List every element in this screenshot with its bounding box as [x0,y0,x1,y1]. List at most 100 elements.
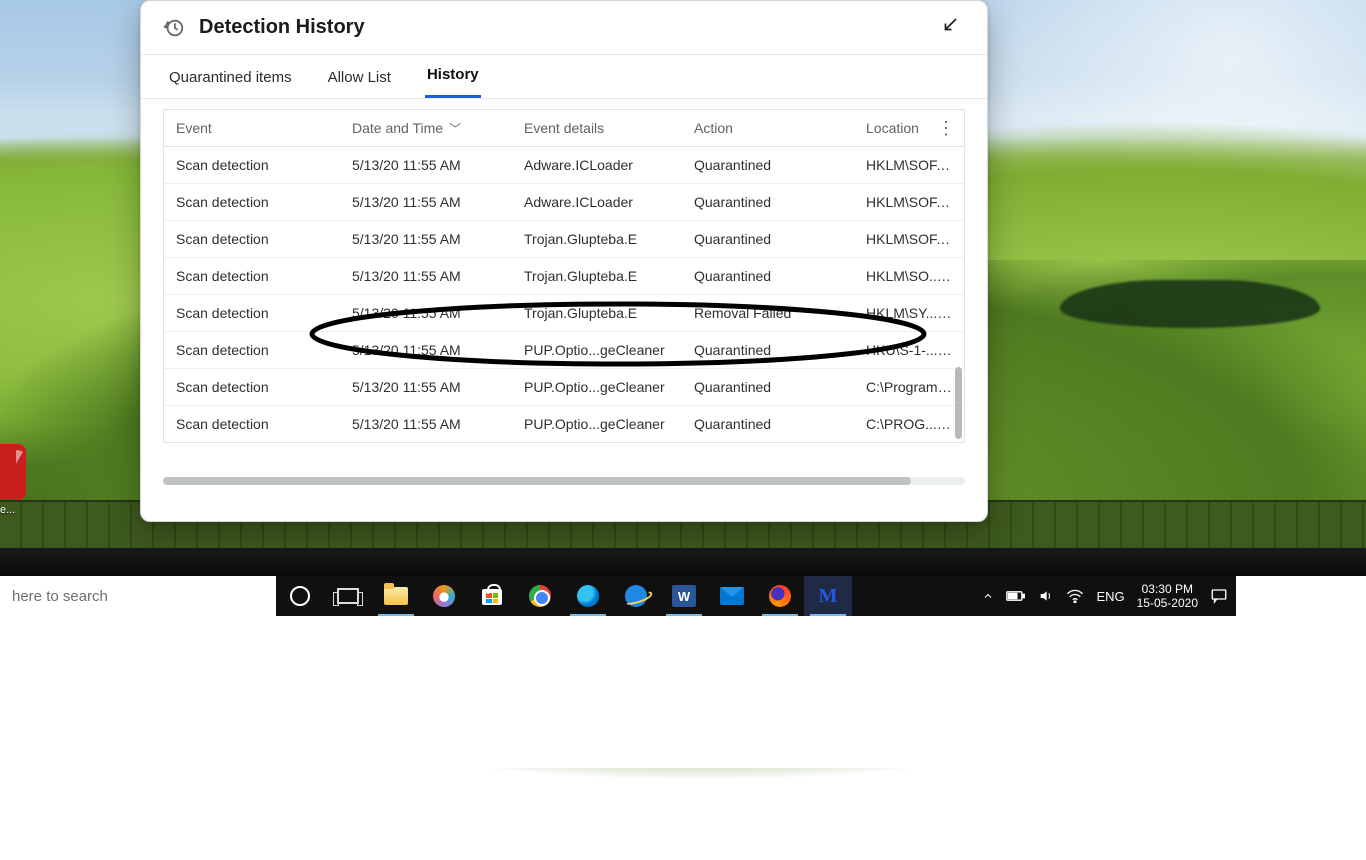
desktop-shortcut-truncated[interactable] [0,444,26,500]
table-row[interactable]: Scan detection 5/13/20 11:55 AM Trojan.G… [164,257,964,294]
table-body[interactable]: Scan detection 5/13/20 11:55 AM Adware.I… [163,147,965,443]
col-location[interactable]: Location [866,120,934,136]
wifi-icon[interactable] [1066,589,1084,603]
tabs-bar: Quarantined items Allow List History [141,55,987,99]
cell-location: HKLM\SOF...peedyca [866,157,952,173]
paint-icon [433,585,455,607]
cell-event: Scan detection [176,231,352,247]
cell-action: Quarantined [694,157,866,173]
cell-action: Quarantined [694,416,866,432]
horizontal-scrollbar-thumb[interactable] [163,477,911,485]
col-action[interactable]: Action [694,120,866,136]
cell-datetime: 5/13/20 11:55 AM [352,342,524,358]
malwarebytes-button[interactable]: M [804,576,852,616]
cell-details: PUP.Optio...geCleaner [524,416,694,432]
firefox-icon [769,585,791,607]
cell-event: Scan detection [176,305,352,321]
cell-event: Scan detection [176,379,352,395]
chrome-icon [529,585,551,607]
col-event[interactable]: Event [176,120,352,136]
system-tray: ENG 03:30 PM 15-05-2020 [974,582,1236,611]
cell-action: Quarantined [694,194,866,210]
cortana-button[interactable] [276,576,324,616]
cell-datetime: 5/13/20 11:55 AM [352,305,524,321]
volume-icon[interactable] [1038,588,1054,604]
table-row[interactable]: Scan detection 5/13/20 11:55 AM PUP.Opti… [164,331,964,368]
taskbar-clock[interactable]: 03:30 PM 15-05-2020 [1137,582,1198,611]
edge-button[interactable] [564,576,612,616]
table-row[interactable]: Scan detection 5/13/20 11:55 AM Trojan.G… [164,294,964,331]
blank-area [1236,576,1366,616]
cell-datetime: 5/13/20 11:55 AM [352,157,524,173]
cell-details: PUP.Optio...geCleaner [524,342,694,358]
vertical-scrollbar-thumb[interactable] [955,367,962,439]
taskbar: here to search W M ENG 03:30 PM 15-05-20… [0,576,1236,616]
cell-datetime: 5/13/20 11:55 AM [352,194,524,210]
column-options-icon[interactable]: ⋮ [934,118,958,139]
cell-event: Scan detection [176,268,352,284]
collapse-icon[interactable] [935,10,965,46]
cell-datetime: 5/13/20 11:55 AM [352,231,524,247]
cortana-icon [290,586,310,606]
tab-quarantined-items[interactable]: Quarantined items [167,59,294,98]
cell-action: Removal Failed [694,305,866,321]
store-icon [479,583,505,609]
cell-datetime: 5/13/20 11:55 AM [352,268,524,284]
cell-location: C:\Program...v1.5.3.d [866,379,952,395]
word-button[interactable]: W [660,576,708,616]
history-clock-icon [163,17,185,39]
cell-details: Trojan.Glupteba.E [524,305,694,321]
table-row[interactable]: Scan detection 5/13/20 11:55 AM Adware.I… [164,183,964,220]
col-action-label: Action [694,120,733,136]
table-header-row: Event Date and Time﹀ Event details Actio… [163,109,965,147]
cell-location: HKLM\SY...C18592} [866,305,952,321]
clock-time: 03:30 PM [1137,582,1198,596]
ms-store-button[interactable] [468,576,516,616]
cell-location: C:\PROG...CLEANER [866,416,952,432]
taskbar-search[interactable]: here to search [0,576,276,616]
table-row[interactable]: Scan detection 5/13/20 11:55 AM PUP.Opti… [164,368,964,405]
task-view-button[interactable] [324,576,372,616]
language-indicator[interactable]: ENG [1096,589,1124,604]
cell-event: Scan detection [176,194,352,210]
cell-details: Adware.ICLoader [524,157,694,173]
task-view-icon [337,588,359,604]
tab-history[interactable]: History [425,56,481,98]
clock-date: 15-05-2020 [1137,596,1198,610]
battery-icon[interactable] [1006,589,1026,603]
cell-event: Scan detection [176,342,352,358]
folder-icon [384,587,408,605]
col-event-details[interactable]: Event details [524,120,694,136]
table-row[interactable]: Scan detection 5/13/20 11:55 AM Trojan.G… [164,220,964,257]
file-explorer-button[interactable] [372,576,420,616]
ie-icon [625,585,647,607]
cell-details: PUP.Optio...geCleaner [524,379,694,395]
cell-action: Quarantined [694,379,866,395]
col-location-label: Location [866,120,919,136]
firefox-button[interactable] [756,576,804,616]
paint-button[interactable] [420,576,468,616]
search-placeholder-text: here to search [12,588,108,605]
blank-area-below [0,616,1366,768]
table-row[interactable]: Scan detection 5/13/20 11:55 AM Adware.I… [164,147,964,183]
action-center-icon[interactable] [1210,587,1228,605]
cell-datetime: 5/13/20 11:55 AM [352,379,524,395]
ie-button[interactable] [612,576,660,616]
history-table: Event Date and Time﹀ Event details Actio… [141,99,987,521]
cell-action: Quarantined [694,268,866,284]
cell-location: HKU\S-1-...GCleaner [866,342,952,358]
chrome-button[interactable] [516,576,564,616]
col-datetime[interactable]: Date and Time﹀ [352,120,524,137]
cell-location: HKLM\SO...9D1B4E} [866,268,952,284]
tray-overflow-icon[interactable] [982,590,994,602]
mail-button[interactable] [708,576,756,616]
cell-location: HKLM\SOF...4E}|PATH [866,231,952,247]
detection-history-window: Detection History Quarantined items Allo… [140,0,988,522]
cell-details: Adware.ICLoader [524,194,694,210]
col-datetime-label: Date and Time [352,120,443,136]
cell-details: Trojan.Glupteba.E [524,268,694,284]
cell-action: Quarantined [694,231,866,247]
tab-allow-list[interactable]: Allow List [326,59,393,98]
cell-event: Scan detection [176,157,352,173]
table-row[interactable]: Scan detection 5/13/20 11:55 AM PUP.Opti… [164,405,964,442]
